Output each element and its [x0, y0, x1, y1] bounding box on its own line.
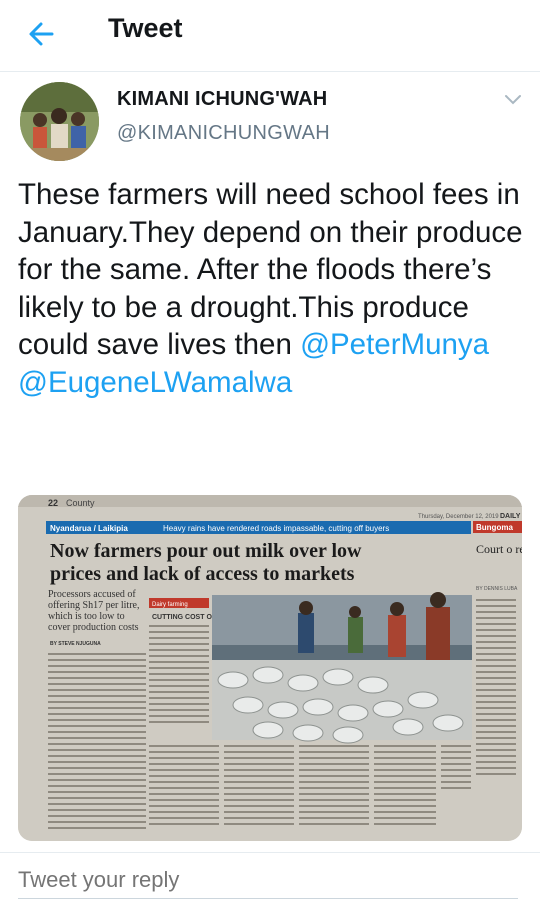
tweet-text: These farmers will need school fees in J… — [18, 176, 523, 401]
reply-input[interactable] — [18, 865, 518, 895]
chevron-down-icon[interactable] — [502, 88, 524, 110]
kicker-note: Heavy rains have rendered roads impassab… — [163, 524, 389, 533]
back-arrow-icon[interactable] — [22, 14, 62, 54]
side-byline: BY DENNIS LUBA — [476, 586, 518, 592]
page-section: County — [66, 498, 95, 508]
author-handle[interactable]: @KIMANICHUNGWAH — [117, 122, 330, 145]
page-number: 22 — [48, 498, 58, 508]
headline-line-1: Now farmers pour out milk over low — [50, 540, 362, 562]
byline: BY STEVE NJUGUNA — [50, 641, 101, 647]
mention-link[interactable]: @PeterMunya — [300, 328, 489, 361]
top-bar: Tweet — [0, 0, 540, 72]
page-title: Tweet — [108, 13, 183, 43]
farmers-photo — [212, 592, 472, 744]
sidebar-tag: Dairy farming — [152, 602, 188, 608]
reply-bar — [0, 852, 540, 913]
headline-line-2: prices and lack of access to markets — [50, 563, 355, 585]
avatar-photo — [20, 82, 99, 161]
mention-link[interactable]: @EugeneLWamalwa — [18, 366, 292, 399]
author-name[interactable]: KIMANI ICHUNG'WAH — [117, 88, 327, 111]
kicker: Nyandarua / Laikipia — [50, 524, 128, 533]
avatar[interactable] — [20, 82, 99, 161]
side-kicker: Bungoma — [476, 523, 513, 532]
newspaper-photo: 22 County Thursday, December 12, 2019 DA… — [18, 495, 522, 841]
reply-underline — [18, 898, 518, 899]
brand-label: DAILY — [500, 513, 521, 520]
date-line: Thursday, December 12, 2019 — [418, 514, 499, 520]
summary-text: Processors accused of offering Sh17 per … — [48, 589, 140, 633]
side-headline: Court o rehabilit of dum — [476, 542, 522, 556]
tweet-media-image[interactable]: 22 County Thursday, December 12, 2019 DA… — [18, 495, 522, 841]
